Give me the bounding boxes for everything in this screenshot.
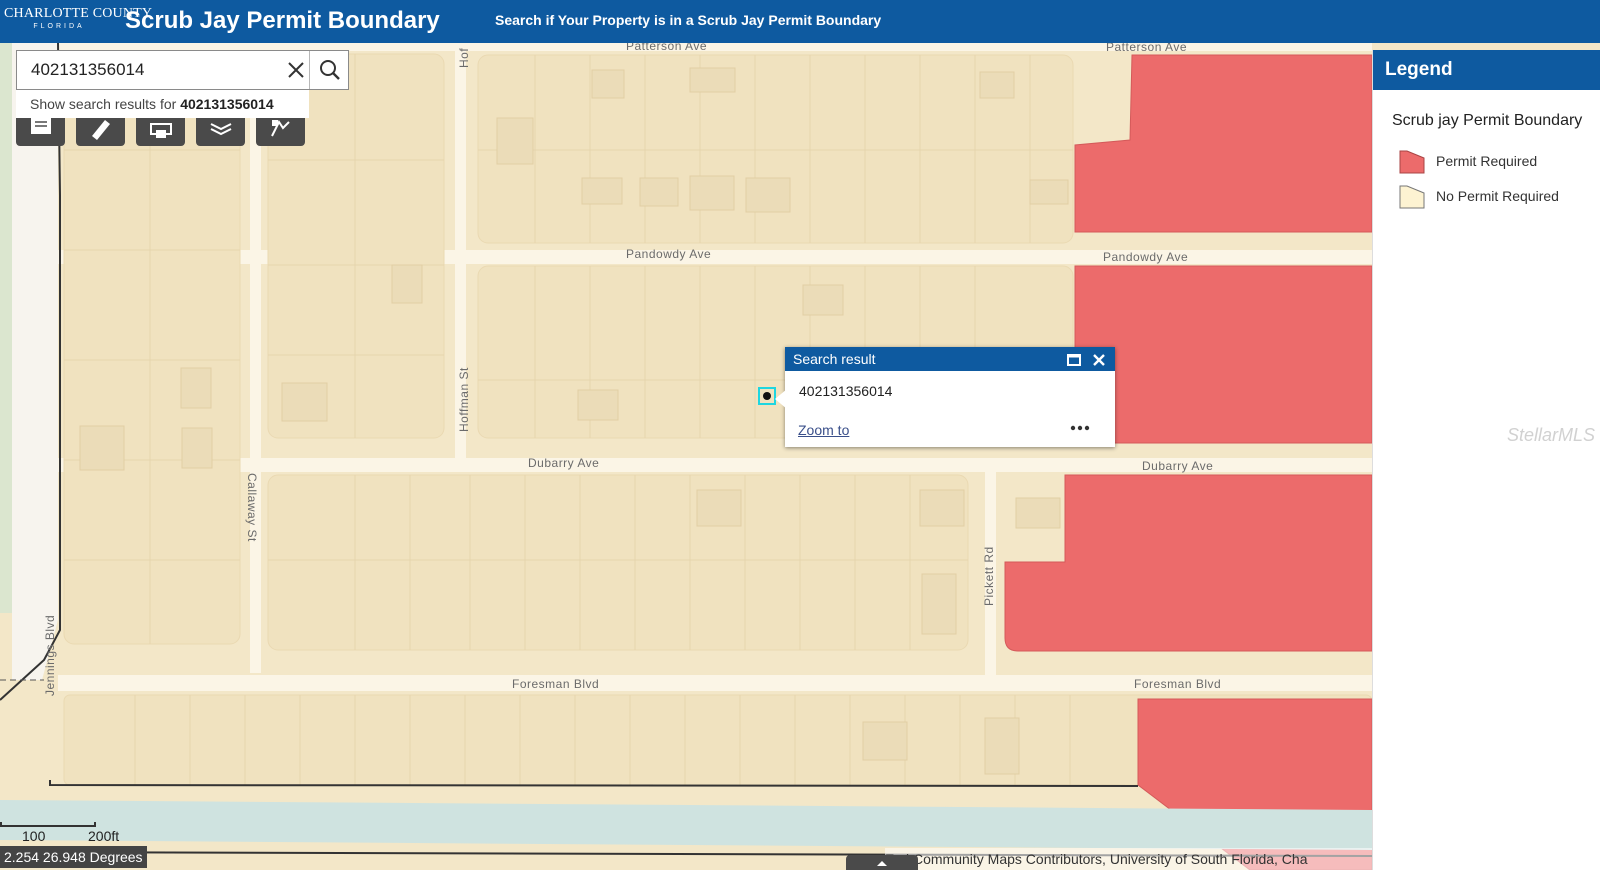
scale-label-100: 100 bbox=[22, 828, 46, 844]
popup-header: Search result bbox=[785, 347, 1115, 371]
search-suggestion[interactable]: Show search results for 402131356014 bbox=[16, 90, 309, 118]
scale-bar: 100 200ft bbox=[0, 822, 119, 846]
list-tool-button[interactable] bbox=[16, 118, 65, 146]
green-area bbox=[0, 43, 12, 613]
app-subtitle: Search if Your Property is in a Scrub Ja… bbox=[495, 12, 882, 28]
measure-icon bbox=[92, 120, 110, 140]
scale-line bbox=[0, 822, 96, 827]
road-label-callaway: Callaway St bbox=[245, 473, 259, 542]
popup-parcel-id: 402131356014 bbox=[799, 383, 893, 399]
legend-title: Legend bbox=[1373, 50, 1600, 90]
app-header: CHARLOTTE COUNTY FLORIDA Scrub Jay Permi… bbox=[0, 0, 1600, 43]
permit-required-swatch bbox=[1399, 150, 1425, 174]
suggestion-value: 402131356014 bbox=[180, 96, 274, 112]
search-input[interactable] bbox=[17, 51, 309, 89]
more-icon bbox=[1070, 425, 1090, 431]
popup-more-button[interactable] bbox=[1069, 419, 1091, 437]
app-root: CHARLOTTE COUNTY FLORIDA Scrub Jay Permi… bbox=[0, 0, 1600, 870]
print-icon bbox=[150, 123, 172, 138]
popup-pointer bbox=[775, 389, 787, 409]
legend-label: No Permit Required bbox=[1436, 188, 1559, 204]
map-canvas: Patterson Ave Patterson Ave Pandowdy Ave… bbox=[0, 43, 1372, 870]
layers-tool-button[interactable] bbox=[196, 118, 245, 146]
search-icon bbox=[320, 60, 340, 80]
coordinate-readout: 2.254 26.948 Degrees bbox=[0, 846, 147, 868]
chevron-up-icon bbox=[877, 861, 887, 866]
road-label-dubarry-left: Dubarry Ave bbox=[528, 456, 599, 470]
no-permit-swatch bbox=[1399, 185, 1425, 209]
popup-maximize-button[interactable] bbox=[1066, 351, 1082, 367]
attribution-toggle[interactable] bbox=[846, 855, 918, 870]
clear-search-button[interactable] bbox=[285, 59, 307, 81]
road-label-pandowdy-right: Pandowdy Ave bbox=[1103, 250, 1188, 264]
close-icon bbox=[288, 62, 304, 78]
road-label-patterson-left: Patterson Ave bbox=[626, 43, 707, 53]
search-button[interactable] bbox=[309, 51, 349, 89]
search-result-popup: Search result 402131356014 Zoom to bbox=[785, 347, 1115, 447]
legend-label: Permit Required bbox=[1436, 153, 1538, 169]
logo-state-name: FLORIDA bbox=[33, 23, 85, 30]
maximize-icon bbox=[1067, 354, 1081, 366]
print-tool-button[interactable] bbox=[136, 118, 185, 146]
legend-layer-name: Scrub jay Permit Boundary bbox=[1392, 112, 1583, 129]
watermark-text: StellarMLS bbox=[1507, 425, 1596, 445]
list-icon bbox=[31, 118, 51, 134]
search-widget bbox=[16, 50, 349, 90]
permit-area-central bbox=[1074, 265, 1372, 444]
county-logo[interactable]: CHARLOTTE COUNTY FLORIDA bbox=[4, 6, 153, 36]
scale-label-200: 200ft bbox=[88, 828, 120, 844]
zoom-to-link[interactable]: Zoom to bbox=[798, 422, 849, 438]
app-title: Scrub Jay Permit Boundary bbox=[125, 7, 440, 34]
road-label-pickett: Pickett Rd bbox=[982, 546, 996, 606]
close-icon bbox=[1093, 354, 1105, 366]
road-label-pandowdy-left: Pandowdy Ave bbox=[626, 247, 711, 261]
measure-tool-button[interactable] bbox=[76, 118, 125, 146]
basemap-tool-button[interactable] bbox=[256, 118, 305, 146]
road-label-jennings: Jennings Blvd bbox=[43, 615, 57, 696]
road-label-foresman-right: Foresman Blvd bbox=[1134, 677, 1221, 691]
logo-county-name: CHARLOTTE COUNTY bbox=[4, 6, 153, 21]
map-attribution: Esri Community Maps Contributors, Univer… bbox=[885, 848, 1372, 870]
search-result-marker[interactable] bbox=[758, 387, 776, 405]
marker-dot bbox=[763, 392, 771, 400]
road-label-dubarry-right: Dubarry Ave bbox=[1142, 459, 1213, 473]
road-label-hoffman: Hoffman St bbox=[457, 367, 471, 432]
basemap-icon bbox=[271, 120, 290, 137]
legend-panel: Legend Scrub jay Permit Boundary Permit … bbox=[1372, 50, 1600, 870]
layers-icon bbox=[210, 123, 232, 136]
popup-title: Search result bbox=[793, 351, 876, 367]
road-label-patterson-right: Patterson Ave bbox=[1106, 43, 1187, 54]
road-label-foresman-left: Foresman Blvd bbox=[512, 677, 599, 691]
suggestion-prefix: Show search results for bbox=[30, 96, 177, 112]
popup-close-button[interactable] bbox=[1091, 351, 1107, 367]
road-label-hoffman-top: Hof bbox=[457, 48, 471, 68]
map-view[interactable]: Patterson Ave Patterson Ave Pandowdy Ave… bbox=[0, 43, 1372, 870]
